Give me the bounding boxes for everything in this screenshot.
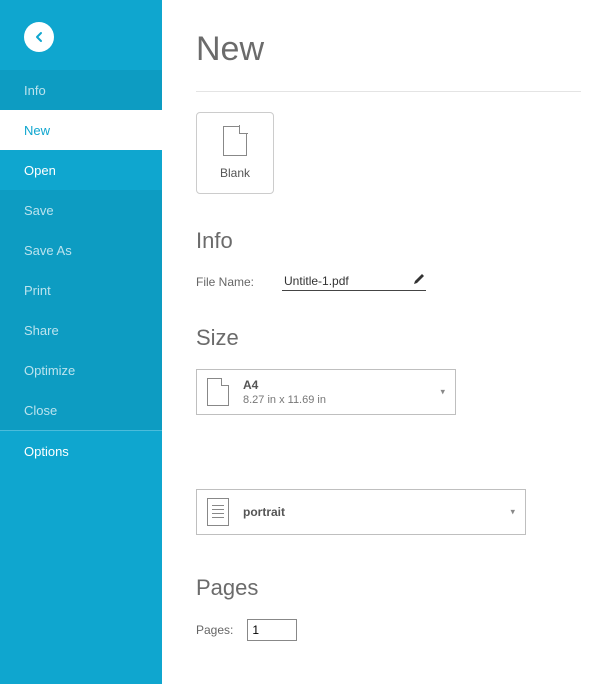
sidebar: Info New Open Save Save As Print Share O… [0,0,162,684]
sidebar-item-share[interactable]: Share [0,310,162,350]
arrow-left-icon [32,30,46,44]
pages-label: Pages: [196,623,233,637]
page-title: New [196,30,581,69]
page-icon [223,126,247,156]
sidebar-item-label: Options [24,444,69,459]
section-heading-size: Size [196,325,581,351]
divider [196,91,581,92]
main-panel: New Blank Info File Name: Size A4 8.27 i… [162,0,605,684]
sidebar-item-label: New [24,123,50,138]
sidebar-item-label: Save [24,203,54,218]
sidebar-item-label: Open [24,163,56,178]
sidebar-item-label: Optimize [24,363,75,378]
section-heading-info: Info [196,228,581,254]
document-lines-icon [207,498,229,526]
blank-template-tile[interactable]: Blank [196,112,274,194]
sidebar-item-options[interactable]: Options [0,431,162,471]
paper-size-dropdown[interactable]: A4 8.27 in x 11.69 in ▾ [196,369,456,415]
sidebar-item-close[interactable]: Close [0,390,162,430]
sidebar-item-save-as[interactable]: Save As [0,230,162,270]
sidebar-item-label: Save As [24,243,72,258]
file-name-input[interactable] [282,272,426,291]
paper-size-subtitle: 8.27 in x 11.69 in [243,394,445,406]
sidebar-item-print[interactable]: Print [0,270,162,310]
file-name-row: File Name: [196,272,581,291]
edit-icon[interactable] [412,272,426,286]
sidebar-item-info[interactable]: Info [0,70,162,110]
sidebar-item-optimize[interactable]: Optimize [0,350,162,390]
section-heading-pages: Pages [196,575,581,601]
back-button[interactable] [24,22,54,52]
tile-label: Blank [220,166,250,180]
sidebar-item-save[interactable]: Save [0,190,162,230]
orientation-dropdown[interactable]: portrait ▾ [196,489,526,535]
sidebar-item-label: Close [24,403,57,418]
pages-row: Pages: [196,619,581,641]
pages-input[interactable] [247,619,297,641]
paper-size-title: A4 [243,378,445,392]
sidebar-item-label: Share [24,323,59,338]
sidebar-item-open[interactable]: Open [0,150,162,190]
page-icon [207,378,229,406]
sidebar-item-label: Print [24,283,51,298]
orientation-title: portrait [243,505,515,519]
sidebar-item-new[interactable]: New [0,110,162,150]
file-name-label: File Name: [196,275,254,289]
sidebar-item-label: Info [24,83,46,98]
